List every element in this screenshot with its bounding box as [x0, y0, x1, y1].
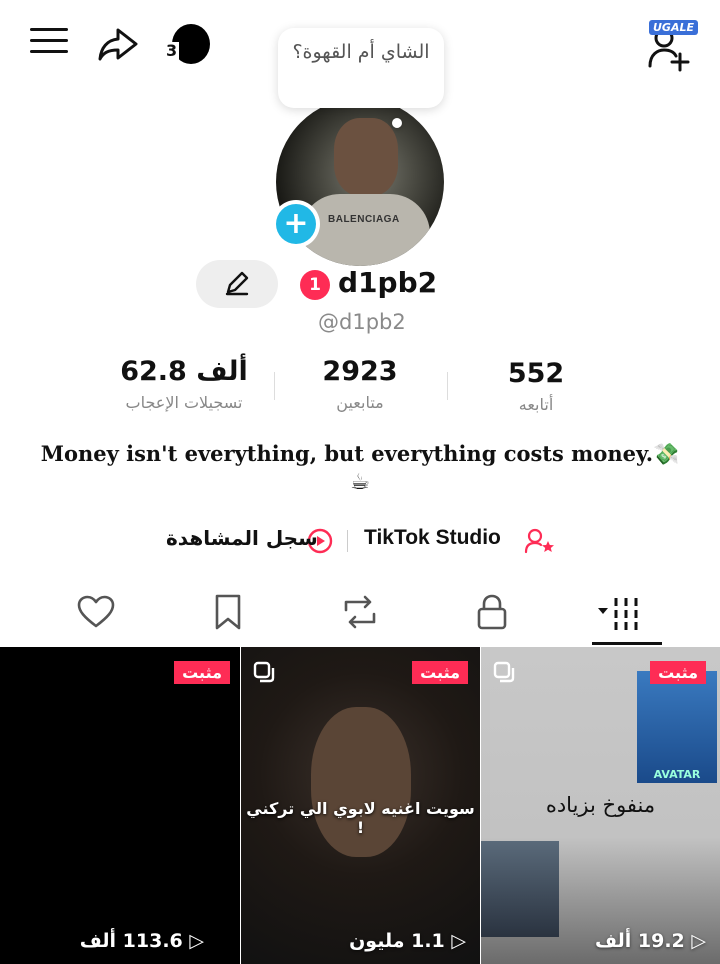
tiktok-studio-link[interactable]: TikTok Studio	[364, 526, 501, 550]
watermark-badge: UGALE	[649, 20, 698, 35]
bookmark-icon	[215, 594, 241, 630]
likes-label: تسجيلات الإعجاب	[125, 393, 243, 412]
share-icon[interactable]	[96, 24, 140, 66]
poster-title: AVATAR	[653, 768, 701, 781]
following-label: أتابعه	[518, 395, 554, 414]
grid-videos-icon	[598, 598, 638, 630]
play-icon: ▷	[684, 930, 706, 952]
add-friend-icon[interactable]: UGALE	[646, 20, 698, 72]
view-count-text: 1.1 مليون	[349, 930, 445, 952]
play-icon: ▷	[182, 930, 204, 952]
view-count: ▷ 1.1 مليون	[349, 930, 466, 952]
story-count: 3	[164, 41, 180, 60]
video-caption: سويت اغنيه لابوي الي تركني !	[246, 799, 475, 837]
video-thumbnail[interactable]: مثبت ▷ 113.6 ألف	[0, 647, 240, 964]
avatar-shirt	[300, 194, 430, 266]
add-story-button[interactable]: +	[272, 200, 320, 248]
username: d1pb2	[338, 266, 438, 299]
bio-text: Money isn't everything, but everything c…	[40, 441, 654, 466]
following-count: 552	[507, 358, 565, 389]
view-count: ▷ 19.2 ألف	[595, 930, 706, 952]
bubble-tail	[392, 118, 402, 128]
link-divider	[347, 530, 348, 552]
pencil-icon	[225, 271, 249, 296]
tab-private[interactable]	[470, 590, 514, 634]
multi-photo-icon	[493, 661, 515, 683]
active-tab-indicator	[592, 642, 662, 645]
video-thumbnail[interactable]: سويت اغنيه لابوي الي تركني ! مثبت ▷ 1.1 …	[241, 647, 480, 964]
lock-icon	[477, 594, 507, 630]
status-bubble[interactable]: الشاي أم القهوة؟	[278, 28, 444, 108]
likes-count: 62.8 ألف	[120, 356, 248, 387]
multi-photo-icon	[253, 661, 275, 683]
video-thumbnail[interactable]: AVATAR منفوخ بزياده مثبت ▷ 19.2 ألف	[481, 647, 720, 964]
followers-label: متابعين	[336, 393, 384, 412]
pinned-badge: مثبت	[174, 661, 230, 684]
repost-icon	[344, 595, 376, 629]
menu-icon[interactable]	[30, 28, 68, 62]
avatar-face	[334, 118, 398, 196]
stat-followers[interactable]: 2923 متابعين	[270, 356, 450, 412]
avatar-shirt-text: BALENCIAGA	[328, 214, 400, 225]
stat-following[interactable]: 552 أتابعه	[446, 358, 626, 414]
tab-videos[interactable]	[598, 590, 654, 634]
story-badge[interactable]: 3	[164, 24, 210, 66]
view-count-text: 19.2 ألف	[594, 930, 685, 952]
watch-history-link[interactable]: سجل المشاهدة	[166, 526, 318, 550]
plus-icon: +	[276, 204, 316, 244]
video-caption: منفوخ بزياده	[545, 793, 656, 817]
pinned-badge: مثبت	[650, 661, 706, 684]
view-count: ▷ 113.6 ألف	[80, 930, 204, 952]
user-handle: @d1pb2	[318, 310, 406, 334]
avatar-movie-poster: AVATAR	[637, 671, 717, 783]
stat-likes[interactable]: 62.8 ألف تسجيلات الإعجاب	[94, 356, 274, 412]
movie-poster-thumb	[481, 841, 559, 937]
heart-icon	[77, 595, 115, 628]
tab-liked[interactable]	[74, 590, 118, 634]
tab-reposts[interactable]	[338, 590, 382, 634]
edit-profile-button[interactable]	[196, 260, 278, 308]
profile-bio: Money isn't everything, but everything c…	[40, 438, 680, 470]
money-emoji: 💸	[653, 441, 680, 466]
coffee-emoji: ☕	[350, 470, 370, 495]
studio-icon	[524, 527, 556, 555]
pinned-badge: مثبت	[412, 661, 468, 684]
view-count-text: 113.6 ألف	[79, 930, 183, 952]
play-icon: ▷	[444, 930, 466, 952]
tab-favorites[interactable]	[206, 590, 250, 634]
followers-count: 2923	[322, 356, 398, 387]
notification-badge[interactable]: 1	[300, 270, 330, 300]
